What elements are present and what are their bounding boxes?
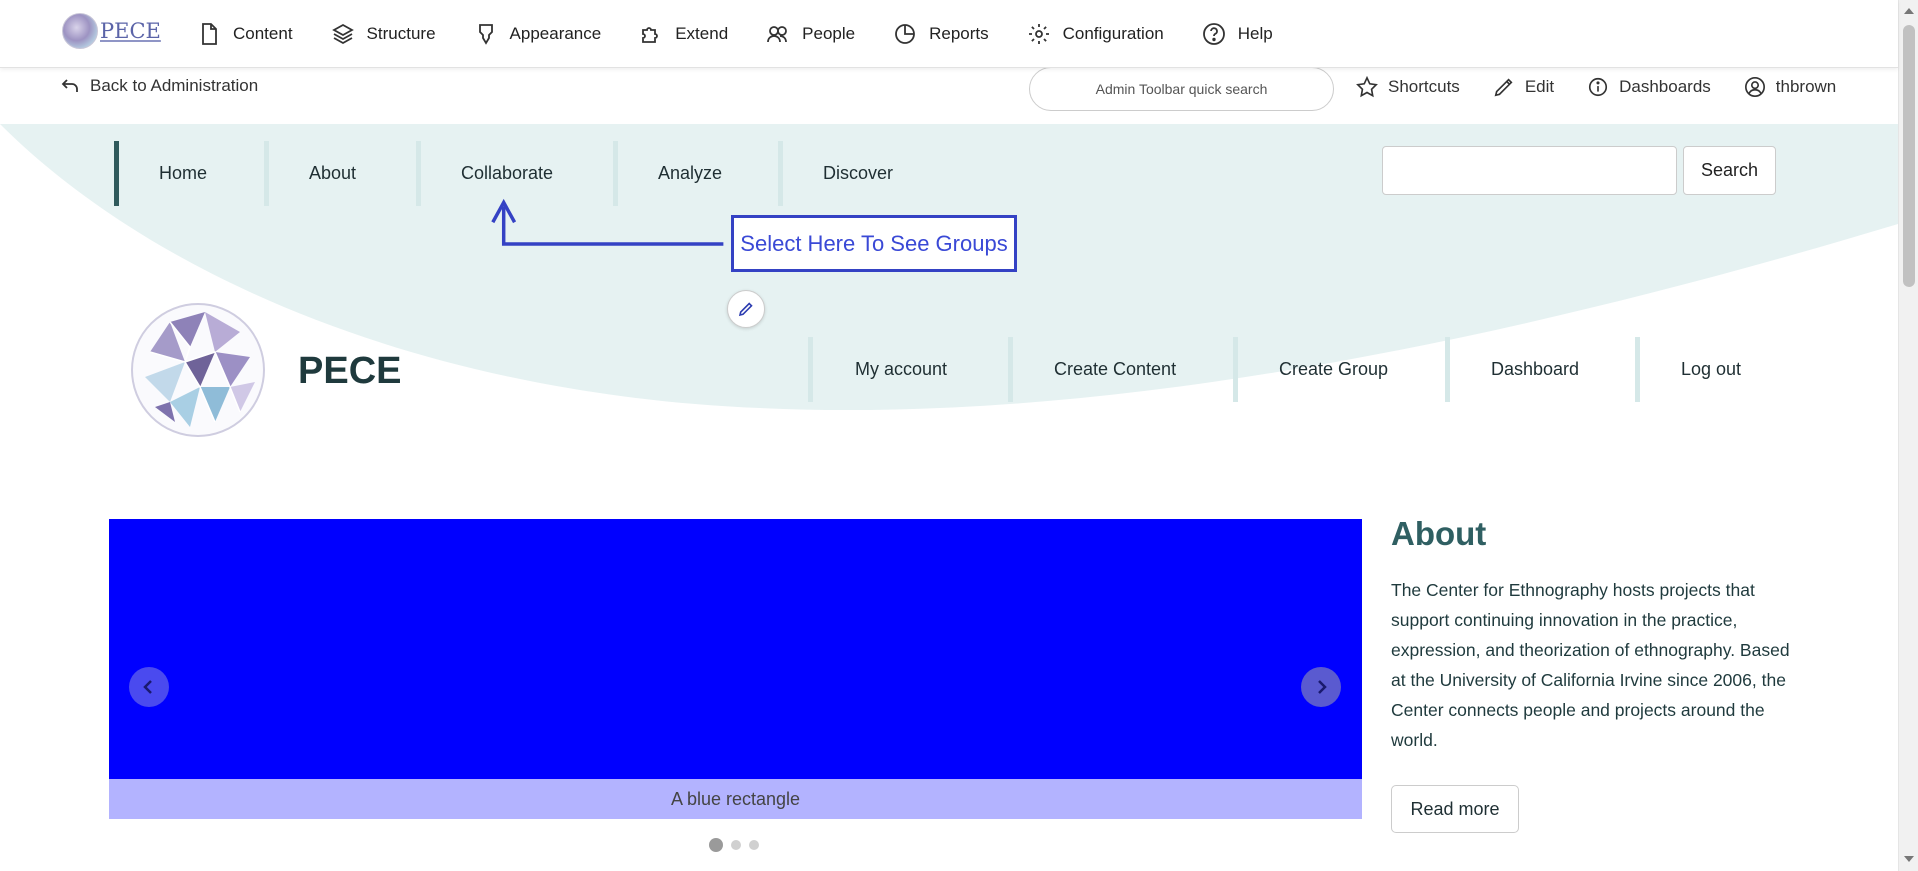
site-name[interactable]: PECE bbox=[298, 350, 401, 393]
scroll-up-arrow-icon[interactable] bbox=[1904, 8, 1914, 14]
edit-label: Edit bbox=[1524, 77, 1555, 96]
back-link-label: Back to Administration bbox=[90, 76, 259, 95]
annotation-callout: Select Here To See Groups bbox=[731, 215, 1017, 272]
star-icon bbox=[1356, 76, 1378, 98]
user-menu[interactable]: thbrown bbox=[1744, 76, 1836, 98]
toolbar-item-people[interactable]: People bbox=[766, 22, 855, 46]
dashboards-label: Dashboards bbox=[1619, 77, 1711, 96]
chevron-right-icon bbox=[1318, 680, 1327, 694]
site-logo[interactable] bbox=[130, 302, 266, 438]
toolbar-item-label: Structure bbox=[366, 24, 436, 43]
chevron-left-icon bbox=[143, 680, 152, 694]
read-more-button[interactable]: Read more bbox=[1391, 785, 1519, 833]
carousel-dot-1[interactable] bbox=[709, 838, 723, 852]
carousel-slide bbox=[109, 519, 1362, 779]
quick-search-placeholder: Admin Toolbar quick search bbox=[1095, 81, 1268, 97]
main-navigation: Home About Collaborate Analyze Discover bbox=[114, 141, 978, 206]
pie-chart-icon bbox=[895, 24, 915, 44]
shortcuts-label: Shortcuts bbox=[1388, 77, 1460, 96]
info-icon bbox=[1589, 77, 1608, 97]
about-title: About bbox=[1391, 515, 1487, 552]
toolbar-item-reports[interactable]: Reports bbox=[893, 22, 989, 46]
toolbar-item-structure[interactable]: Structure bbox=[331, 22, 436, 46]
nav-item-discover[interactable]: Discover bbox=[778, 141, 978, 206]
carousel-next-button[interactable] bbox=[1301, 667, 1341, 707]
toolbar-item-label: Configuration bbox=[1062, 24, 1164, 43]
toolbar-item-configuration[interactable]: Configuration bbox=[1027, 22, 1164, 46]
pece-logo-icon bbox=[62, 13, 98, 49]
brush-icon bbox=[478, 24, 493, 45]
pencil-icon bbox=[738, 302, 753, 317]
admin-toolbar: PECE Content Structure Appearance Extend… bbox=[0, 0, 1898, 68]
user-navigation: My account Create Content Create Group D… bbox=[808, 337, 1755, 402]
toolbar-item-extend[interactable]: Extend bbox=[639, 22, 728, 46]
site-search-button[interactable]: Search bbox=[1683, 146, 1776, 195]
toolbar-item-label: People bbox=[802, 24, 856, 43]
pencil-icon bbox=[1494, 78, 1513, 97]
toolbar-item-label: Help bbox=[1237, 24, 1273, 43]
carousel-prev-button[interactable] bbox=[129, 667, 169, 707]
toolbar-logo[interactable]: PECE bbox=[62, 13, 161, 49]
toolbar-logo-text[interactable]: PECE bbox=[100, 19, 161, 43]
edit-block-button[interactable] bbox=[727, 290, 765, 328]
puzzle-icon bbox=[642, 27, 659, 43]
gear-icon bbox=[1028, 24, 1049, 44]
scroll-down-arrow-icon[interactable] bbox=[1904, 856, 1914, 862]
site-search-input[interactable] bbox=[1382, 146, 1677, 195]
secondary-toolbar-items: Shortcuts Edit Dashboards thbrown bbox=[1356, 76, 1869, 98]
nav-item-my-account[interactable]: My account bbox=[808, 337, 1008, 402]
about-section: About The Center for Ethnography hosts p… bbox=[1391, 515, 1791, 755]
nav-item-analyze[interactable]: Analyze bbox=[613, 141, 778, 206]
toolbar-item-label: Extend bbox=[675, 24, 729, 43]
help-icon bbox=[1202, 23, 1225, 45]
admin-quick-search-input[interactable]: Admin Toolbar quick search bbox=[1029, 67, 1334, 111]
layers-icon bbox=[331, 23, 354, 45]
toolbar-item-label: Content bbox=[233, 24, 293, 43]
edit-link[interactable]: Edit bbox=[1493, 76, 1554, 98]
file-icon bbox=[202, 23, 217, 45]
scroll-thumb[interactable] bbox=[1903, 25, 1915, 287]
nav-item-about[interactable]: About bbox=[264, 141, 416, 206]
carousel-dot-3[interactable] bbox=[749, 840, 759, 850]
back-to-administration-link[interactable]: Back to Administration bbox=[60, 76, 258, 96]
user-icon bbox=[1744, 77, 1765, 97]
username-label: thbrown bbox=[1775, 77, 1837, 96]
page-scrollbar[interactable] bbox=[1898, 0, 1918, 871]
nav-item-home[interactable]: Home bbox=[114, 141, 264, 206]
carousel-caption: A blue rectangle bbox=[109, 779, 1362, 819]
image-carousel: A blue rectangle bbox=[109, 519, 1362, 819]
toolbar-item-help[interactable]: Help bbox=[1202, 22, 1273, 46]
carousel-dot-2[interactable] bbox=[731, 840, 741, 850]
dashboards-link[interactable]: Dashboards bbox=[1587, 76, 1711, 98]
nav-item-dashboard[interactable]: Dashboard bbox=[1445, 337, 1635, 402]
toolbar-item-label: Reports bbox=[929, 24, 989, 43]
nav-item-log-out[interactable]: Log out bbox=[1635, 337, 1755, 402]
back-arrow-icon bbox=[61, 79, 78, 92]
carousel-indicators bbox=[709, 838, 767, 852]
toolbar-menu: Content Structure Appearance Extend Peop… bbox=[197, 0, 1311, 68]
toolbar-item-content[interactable]: Content bbox=[197, 22, 293, 46]
about-body: The Center for Ethnography hosts project… bbox=[1391, 580, 1790, 750]
toolbar-item-label: Appearance bbox=[509, 24, 602, 43]
people-icon bbox=[767, 26, 788, 43]
shortcuts-link[interactable]: Shortcuts bbox=[1356, 76, 1460, 98]
nav-item-create-content[interactable]: Create Content bbox=[1008, 337, 1233, 402]
nav-item-create-group[interactable]: Create Group bbox=[1233, 337, 1445, 402]
nav-item-collaborate[interactable]: Collaborate bbox=[416, 141, 613, 206]
toolbar-item-appearance[interactable]: Appearance bbox=[474, 22, 602, 46]
